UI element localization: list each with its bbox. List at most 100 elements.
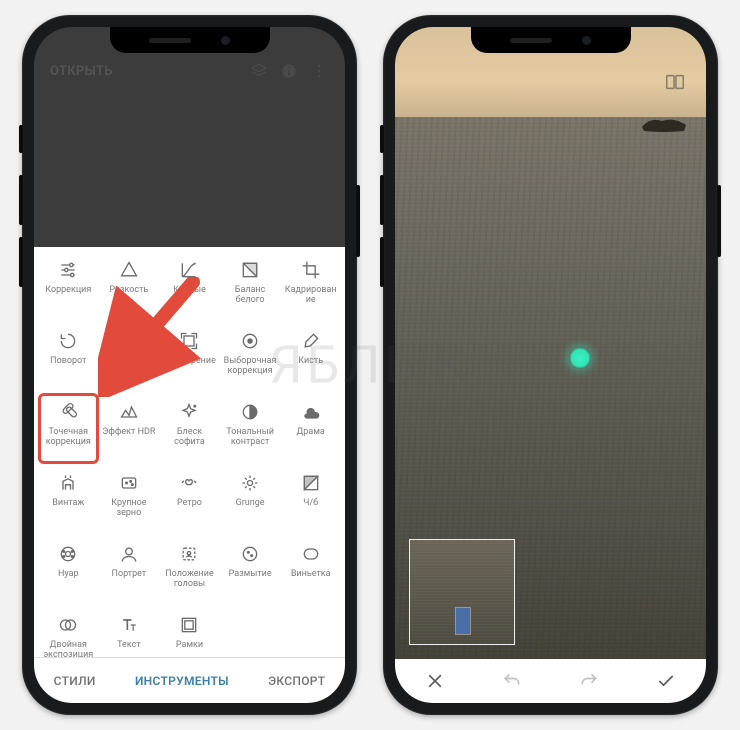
tools-panel: Коррекция Резкость Кривые Баланс белогоКадр… xyxy=(34,247,345,703)
tool-glamour[interactable]: Блеск софита xyxy=(159,393,220,464)
tool-label: Кривые xyxy=(171,285,208,295)
tool-tonal[interactable]: Тональный контраст xyxy=(220,393,281,464)
tool-tune[interactable]: Коррекция xyxy=(38,251,99,322)
tool-label: Ретро xyxy=(175,498,204,508)
tool-doubleexp[interactable]: Двойная экспозиция xyxy=(38,606,99,657)
tool-label: Двойная экспозиция xyxy=(39,640,97,657)
tool-label: Рамки xyxy=(174,640,205,650)
tool-label: Эффект HDR xyxy=(100,427,157,437)
tool-label: Коррекция xyxy=(43,285,93,295)
tool-label: Виньетка xyxy=(289,569,333,579)
apply-button[interactable] xyxy=(646,661,686,701)
tool-wb[interactable]: Баланс белого xyxy=(220,251,281,322)
bottom-tabs: СТИЛИ ИНСТРУМЕНТЫ ЭКСПОРТ xyxy=(34,657,345,703)
tool-label: Точечная коррекция xyxy=(39,427,97,447)
doubleexp-icon xyxy=(57,614,79,636)
grunge-icon xyxy=(239,472,261,494)
tool-label: Портрет xyxy=(110,569,149,579)
tab-tools[interactable]: ИНСТРУМЕНТЫ xyxy=(135,674,229,688)
tab-styles[interactable]: СТИЛИ xyxy=(54,674,96,688)
loupe-preview xyxy=(409,539,515,645)
phone-right xyxy=(383,15,718,715)
photo-canvas[interactable] xyxy=(395,27,706,703)
hdr-icon xyxy=(118,401,140,423)
headpose-icon xyxy=(178,543,200,565)
tool-healing[interactable]: Точечная коррекция xyxy=(38,393,99,464)
brush-icon xyxy=(300,330,322,352)
tonal-icon xyxy=(239,401,261,423)
photo-boat xyxy=(640,115,688,133)
compare-icon[interactable] xyxy=(664,71,686,93)
rotate-icon xyxy=(57,330,79,352)
tool-label: Кадрирование xyxy=(282,285,340,305)
tool-rotate[interactable]: Поворот xyxy=(38,322,99,393)
vintage-icon xyxy=(57,472,79,494)
tool-expand[interactable]: Расширение xyxy=(159,322,220,393)
notch xyxy=(110,27,270,53)
drama-icon xyxy=(300,401,322,423)
loupe-marker xyxy=(456,608,470,634)
tool-crop[interactable]: Кадрирование xyxy=(280,251,341,322)
frames-icon xyxy=(178,614,200,636)
bw-icon xyxy=(300,472,322,494)
more-icon[interactable] xyxy=(309,61,329,81)
tool-label: Расширение xyxy=(161,356,218,366)
tool-label: Поворот xyxy=(48,356,88,366)
tool-label: Драма xyxy=(295,427,327,437)
tool-details[interactable]: Резкость xyxy=(99,251,160,322)
tool-label: Блеск софита xyxy=(160,427,218,447)
editor-preview-area: ОТКРЫТЬ xyxy=(34,27,345,247)
editor-toolbar xyxy=(395,659,706,703)
tool-blur[interactable]: Размытие xyxy=(220,535,281,606)
info-icon[interactable] xyxy=(279,61,299,81)
tool-grainy[interactable]: Крупное зерно xyxy=(99,464,160,535)
expand-icon xyxy=(178,330,200,352)
tool-text[interactable]: Текст xyxy=(99,606,160,657)
text-icon xyxy=(118,614,140,636)
tool-label: Размытие xyxy=(227,569,274,579)
tool-selective[interactable]: Выборочная коррекция xyxy=(220,322,281,393)
tool-curves[interactable]: Кривые xyxy=(159,251,220,322)
tool-retro[interactable]: Ретро xyxy=(159,464,220,535)
tool-portrait[interactable]: Портрет xyxy=(99,535,160,606)
vignette-icon xyxy=(300,543,322,565)
open-button[interactable]: ОТКРЫТЬ xyxy=(50,64,113,79)
tool-label: Выборочная коррекция xyxy=(221,356,279,376)
tool-brush[interactable]: Кисть xyxy=(280,322,341,393)
details-icon xyxy=(118,259,140,281)
tab-export[interactable]: ЭКСПОРТ xyxy=(268,674,325,688)
tool-frames[interactable]: Рамки xyxy=(159,606,220,657)
tool-label: Крупное зерно xyxy=(100,498,158,518)
tool-drama[interactable]: Драма xyxy=(280,393,341,464)
layers-icon[interactable] xyxy=(249,61,269,81)
curves-icon xyxy=(178,259,200,281)
tool-label: Текст xyxy=(115,640,143,650)
tool-headpose[interactable]: Положение головы xyxy=(159,535,220,606)
tool-vignette[interactable]: Виньетка xyxy=(280,535,341,606)
close-button[interactable] xyxy=(415,661,455,701)
notch xyxy=(471,27,631,53)
phone-left: ОТКРЫТЬ Коррекция Резкость Кривые Баланс бе… xyxy=(22,15,357,715)
tool-label: Положение головы xyxy=(160,569,218,589)
blur-icon xyxy=(239,543,261,565)
undo-button[interactable] xyxy=(492,661,532,701)
tool-grunge[interactable]: Grunge xyxy=(220,464,281,535)
noir-icon xyxy=(57,543,79,565)
crop-icon xyxy=(300,259,322,281)
tool-label: Нуар xyxy=(56,569,81,579)
tool-noir[interactable]: Нуар xyxy=(38,535,99,606)
tool-bw[interactable]: Ч/б xyxy=(280,464,341,535)
tool-persp[interactable]: Перспектива xyxy=(99,322,160,393)
wb-icon xyxy=(239,259,261,281)
healing-spot-marker[interactable] xyxy=(569,347,591,369)
tool-label: Grunge xyxy=(234,498,267,508)
tool-vintage[interactable]: Винтаж xyxy=(38,464,99,535)
selective-icon xyxy=(239,330,261,352)
healing-icon xyxy=(57,401,79,423)
redo-button[interactable] xyxy=(569,661,609,701)
persp-icon xyxy=(118,330,140,352)
portrait-icon xyxy=(118,543,140,565)
tool-label: Ч/б xyxy=(301,498,320,508)
retro-icon xyxy=(178,472,200,494)
tool-hdr[interactable]: Эффект HDR xyxy=(99,393,160,464)
